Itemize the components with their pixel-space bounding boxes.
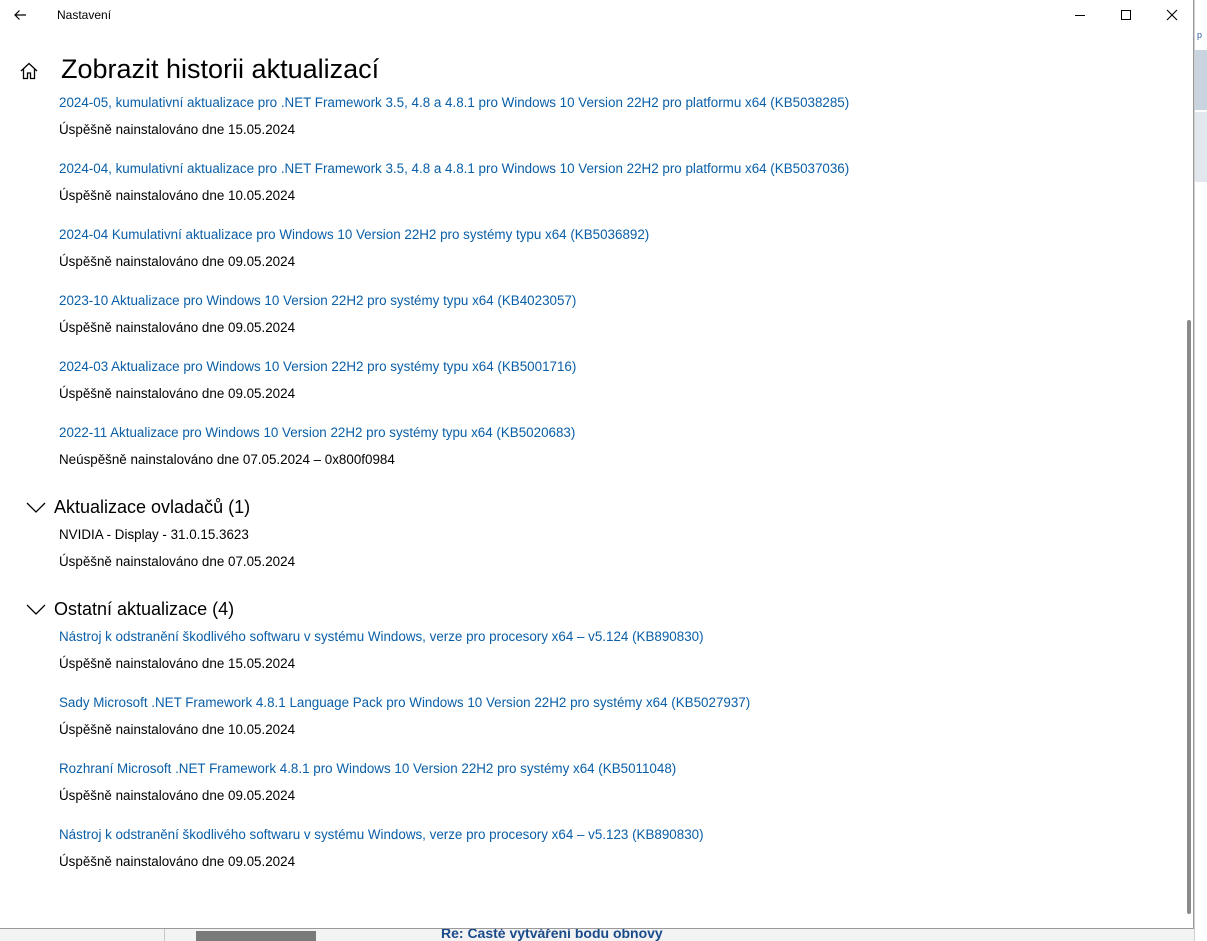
background-divider — [164, 929, 165, 941]
update-status: Úspěšně nainstalováno dne 09.05.2024 — [59, 320, 296, 335]
update-history-list: 2024-05, kumulativní aktualizace pro .NE… — [0, 0, 1180, 928]
driver-update-name: NVIDIA - Display - 31.0.15.3623 — [59, 527, 249, 542]
update-link[interactable]: 2023-10 Aktualizace pro Windows 10 Versi… — [59, 293, 576, 308]
driver-updates-section-toggle[interactable]: Aktualizace ovladačů (1) — [24, 494, 250, 520]
background-panel-block — [1195, 50, 1207, 110]
chevron-down-icon — [24, 597, 48, 621]
background-thumbnail — [196, 931, 316, 941]
other-updates-section-toggle[interactable]: Ostatní aktualizace (4) — [24, 596, 234, 622]
chevron-down-icon — [24, 495, 48, 519]
background-forum-link[interactable]: Re: Časté vytváření bodu obnovy — [441, 929, 663, 941]
other-updates-section-title: Ostatní aktualizace (4) — [54, 598, 235, 619]
background-window-right-edge: p — [1194, 0, 1207, 941]
update-link[interactable]: 2024-03 Aktualizace pro Windows 10 Versi… — [59, 359, 576, 374]
update-status: Úspěšně nainstalováno dne 10.05.2024 — [59, 188, 296, 203]
update-status: Úspěšně nainstalováno dne 09.05.2024 — [59, 788, 296, 803]
update-status: Úspěšně nainstalováno dne 09.05.2024 — [59, 386, 296, 401]
update-status: Úspěšně nainstalováno dne 09.05.2024 — [59, 854, 296, 869]
settings-window: Nastavení Zobrazit historii aktualizací … — [0, 0, 1194, 929]
update-link[interactable]: 2022-11 Aktualizace pro Windows 10 Versi… — [59, 425, 575, 440]
update-status: Úspěšně nainstalováno dne 15.05.2024 — [59, 656, 296, 671]
update-status-failed: Neúspěšně nainstalováno dne 07.05.2024 –… — [59, 452, 395, 467]
update-link[interactable]: 2024-05, kumulativní aktualizace pro .NE… — [59, 95, 849, 110]
update-link[interactable]: Nástroj k odstranění škodlivého softwaru… — [59, 629, 704, 644]
update-link[interactable]: 2024-04, kumulativní aktualizace pro .NE… — [59, 161, 849, 176]
vertical-scrollbar[interactable] — [1187, 320, 1191, 914]
update-status: Úspěšně nainstalováno dne 15.05.2024 — [59, 122, 296, 137]
update-link[interactable]: Nástroj k odstranění škodlivého softwaru… — [59, 827, 704, 842]
background-tab-fragment[interactable]: p — [1197, 30, 1207, 48]
update-link[interactable]: 2024-04 Kumulativní aktualizace pro Wind… — [59, 227, 649, 242]
update-status: Úspěšně nainstalováno dne 07.05.2024 — [59, 554, 296, 569]
update-status: Úspěšně nainstalováno dne 09.05.2024 — [59, 254, 296, 269]
update-link[interactable]: Rozhraní Microsoft .NET Framework 4.8.1 … — [59, 761, 676, 776]
background-panel-block — [1195, 112, 1207, 182]
update-status: Úspěšně nainstalováno dne 10.05.2024 — [59, 722, 296, 737]
update-link[interactable]: Sady Microsoft .NET Framework 4.8.1 Lang… — [59, 695, 750, 710]
background-window-bottom-edge: Re: Časté vytváření bodu obnovy — [0, 929, 1194, 941]
driver-updates-section-title: Aktualizace ovladačů (1) — [54, 496, 251, 517]
